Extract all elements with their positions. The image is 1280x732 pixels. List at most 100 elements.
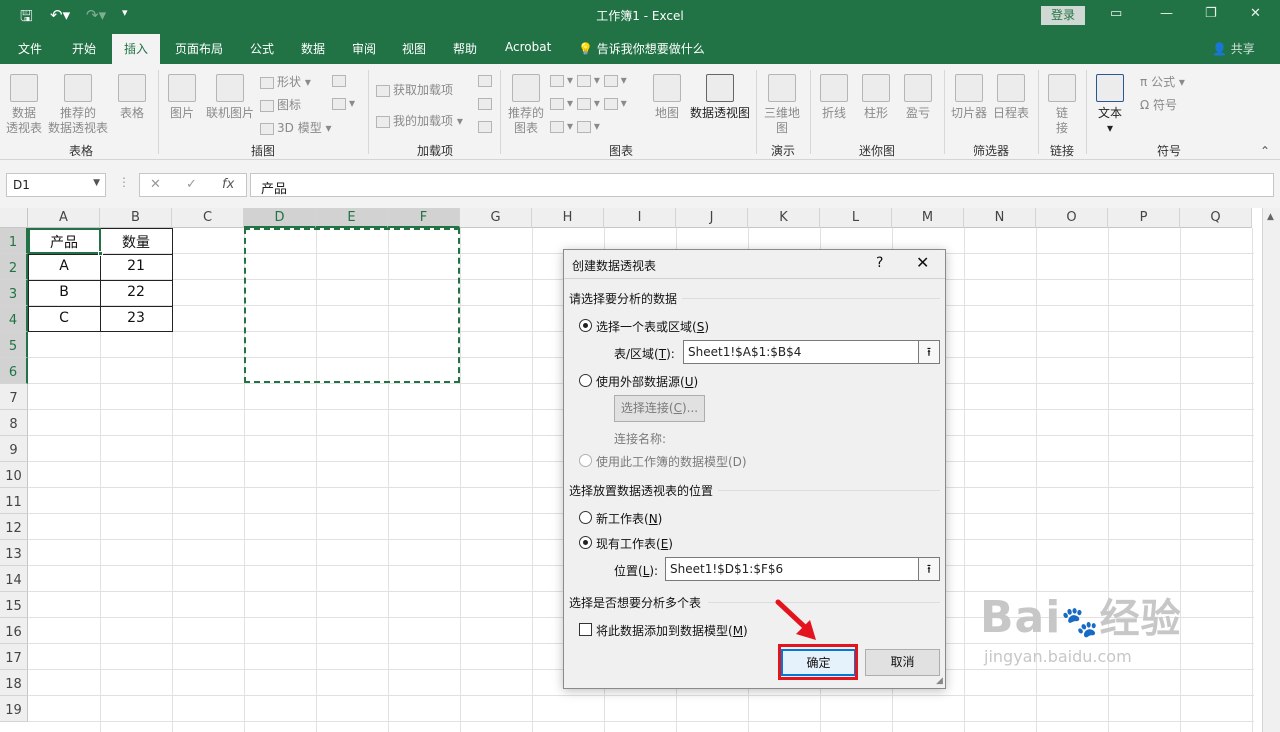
vertical-scrollbar[interactable]: ▲ xyxy=(1262,208,1280,732)
range-input[interactable]: Sheet1!$A$1:$B$4 xyxy=(683,340,919,364)
link-button[interactable]: 链 接 xyxy=(1044,74,1080,136)
recommended-pivot-button[interactable]: 推荐的 数据透视表 xyxy=(46,74,110,136)
tab-insert[interactable]: 插入 xyxy=(112,34,161,64)
row-header-10[interactable]: 10 xyxy=(0,462,28,488)
my-addins-button[interactable]: 我的加载项 ▾ xyxy=(376,112,463,129)
radio-select-table-label[interactable]: 选择一个表或区域(S) xyxy=(596,318,709,335)
sparkline-line-button[interactable]: 折线 xyxy=(816,74,852,121)
chevron-down-icon[interactable]: ▼ xyxy=(93,178,100,188)
row-header-2[interactable]: 2 xyxy=(0,254,28,280)
pie-chart-icon[interactable]: ▾ ▾ xyxy=(550,119,600,133)
column-header-Q[interactable]: Q xyxy=(1180,208,1252,228)
cell-B4[interactable]: 23 xyxy=(100,310,172,326)
tab-data[interactable]: 数据 xyxy=(301,40,325,57)
column-header-E[interactable]: E xyxy=(316,208,388,228)
column-header-H[interactable]: H xyxy=(532,208,604,228)
column-header-C[interactable]: C xyxy=(172,208,244,228)
shapes-button[interactable]: 形状 ▾ xyxy=(260,73,311,90)
column-header-I[interactable]: I xyxy=(604,208,676,228)
column-header-F[interactable]: F xyxy=(388,208,460,228)
name-box[interactable]: D1 ▼ xyxy=(6,173,106,197)
row-header-9[interactable]: 9 xyxy=(0,436,28,462)
radio-select-table[interactable] xyxy=(579,319,592,332)
timeline-button[interactable]: 日程表 xyxy=(992,74,1030,121)
column-header-N[interactable]: N xyxy=(964,208,1036,228)
column-header-O[interactable]: O xyxy=(1036,208,1108,228)
row-header-14[interactable]: 14 xyxy=(0,566,28,592)
cell-A1[interactable]: 产品 xyxy=(28,232,100,252)
equation-button[interactable]: π 公式 ▾ xyxy=(1140,73,1185,90)
column-header-G[interactable]: G xyxy=(460,208,532,228)
ribbon-display-icon[interactable]: ▭ xyxy=(1110,6,1122,21)
tab-formulas[interactable]: 公式 xyxy=(250,40,274,57)
radio-data-model[interactable] xyxy=(579,454,592,467)
tab-page-layout[interactable]: 页面布局 xyxy=(175,40,223,57)
radio-new-sheet-label[interactable]: 新工作表(N) xyxy=(596,510,662,527)
online-picture-button[interactable]: 联机图片 xyxy=(204,74,256,121)
tab-home[interactable]: 开始 xyxy=(72,40,96,57)
radio-new-sheet[interactable] xyxy=(579,511,592,524)
row-header-4[interactable]: 4 xyxy=(0,306,28,332)
drag-handle-icon[interactable]: ⋮ xyxy=(118,175,130,189)
cell-B3[interactable]: 22 xyxy=(100,284,172,300)
close-window-icon[interactable]: ✕ xyxy=(1250,6,1261,21)
radio-existing-sheet-label[interactable]: 现有工作表(E) xyxy=(596,535,673,552)
tab-acrobat[interactable]: Acrobat xyxy=(505,40,551,54)
people-graph-icon[interactable] xyxy=(478,119,495,133)
insert-function-icon[interactable]: fx xyxy=(222,177,234,192)
pivot-table-button[interactable]: 数据 透视表 xyxy=(6,74,42,136)
sparkline-column-button[interactable]: 柱形 xyxy=(858,74,894,121)
radio-external-source-label[interactable]: 使用外部数据源(U) xyxy=(596,373,698,390)
tab-view[interactable]: 视图 xyxy=(402,40,426,57)
save-icon[interactable]: 🖫 xyxy=(20,6,33,31)
column-header-P[interactable]: P xyxy=(1108,208,1180,228)
icons-button[interactable]: 图标 xyxy=(260,96,301,113)
enter-icon[interactable]: ✓ xyxy=(186,177,197,192)
collapse-ribbon-icon[interactable]: ⌃ xyxy=(1260,144,1270,158)
restore-icon[interactable]: ❐ xyxy=(1205,6,1217,21)
minimize-icon[interactable]: — xyxy=(1160,6,1173,21)
cancel-button[interactable]: 取消 xyxy=(865,649,940,676)
select-all-corner[interactable] xyxy=(0,208,28,228)
get-addins-button[interactable]: 获取加载项 xyxy=(376,81,453,98)
picture-button[interactable]: 图片 xyxy=(166,74,198,121)
scroll-up-icon[interactable]: ▲ xyxy=(1267,212,1274,222)
line-chart-icon[interactable]: ▾ ▾ ▾ xyxy=(550,96,627,110)
row-header-18[interactable]: 18 xyxy=(0,670,28,696)
cell-A3[interactable]: B xyxy=(28,284,100,300)
tab-review[interactable]: 审阅 xyxy=(352,40,376,57)
tab-help[interactable]: 帮助 xyxy=(453,40,477,57)
collapse-dialog-icon[interactable]: ⭱ xyxy=(918,557,940,581)
cell-B2[interactable]: 21 xyxy=(100,258,172,274)
row-header-3[interactable]: 3 xyxy=(0,280,28,306)
tell-me-search[interactable]: 💡 告诉我你想要做什么 xyxy=(578,40,705,57)
row-header-6[interactable]: 6 xyxy=(0,358,28,384)
customize-qat-icon[interactable]: ▾ xyxy=(122,6,128,19)
column-header-A[interactable]: A xyxy=(28,208,100,228)
cell-B1[interactable]: 数量 xyxy=(100,232,172,252)
symbol-button[interactable]: Ω 符号 xyxy=(1140,96,1177,113)
row-header-15[interactable]: 15 xyxy=(0,592,28,618)
slicer-button[interactable]: 切片器 xyxy=(950,74,988,121)
3d-map-button[interactable]: 三维地 图 xyxy=(762,74,802,136)
cell-A4[interactable]: C xyxy=(28,310,100,326)
redo-icon[interactable]: ↷▾ xyxy=(86,6,106,24)
column-header-K[interactable]: K xyxy=(748,208,820,228)
smartart-icon[interactable] xyxy=(332,73,349,87)
row-header-12[interactable]: 12 xyxy=(0,514,28,540)
cell-A2[interactable]: A xyxy=(28,258,100,274)
row-header-5[interactable]: 5 xyxy=(0,332,28,358)
location-input[interactable]: Sheet1!$D$1:$F$6 xyxy=(665,557,919,581)
column-header-D[interactable]: D xyxy=(244,208,316,228)
row-header-17[interactable]: 17 xyxy=(0,644,28,670)
cancel-icon[interactable]: ✕ xyxy=(150,177,161,192)
pivot-chart-button[interactable]: 数据透视图 xyxy=(688,74,752,121)
screenshot-icon[interactable]: ▾ xyxy=(332,96,355,110)
map-button[interactable]: 地图 xyxy=(650,74,684,121)
radio-existing-sheet[interactable] xyxy=(579,536,592,549)
row-header-11[interactable]: 11 xyxy=(0,488,28,514)
radio-external-source[interactable] xyxy=(579,374,592,387)
row-header-19[interactable]: 19 xyxy=(0,696,28,722)
tab-file[interactable]: 文件 xyxy=(18,40,42,57)
formula-input[interactable]: 产品 xyxy=(250,173,1274,197)
